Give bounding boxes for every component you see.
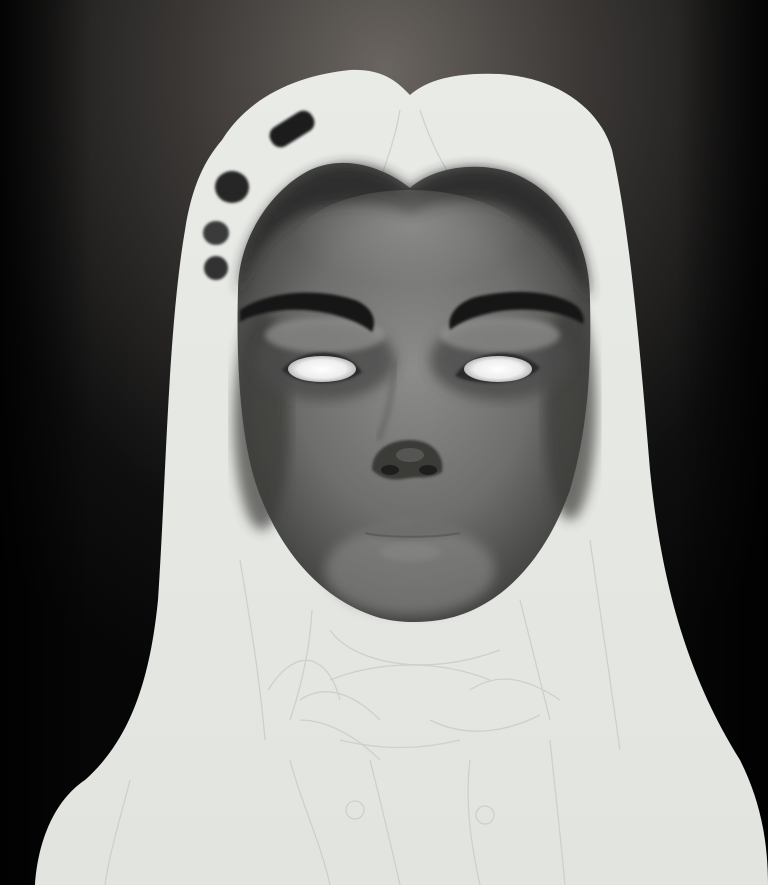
swatch-3: [203, 221, 229, 245]
forehead-highlight: [290, 190, 530, 310]
swatch-4: [204, 256, 228, 280]
screen-photo: [0, 0, 768, 885]
swatch-2: [215, 171, 249, 203]
painting-canvas: [0, 0, 768, 885]
